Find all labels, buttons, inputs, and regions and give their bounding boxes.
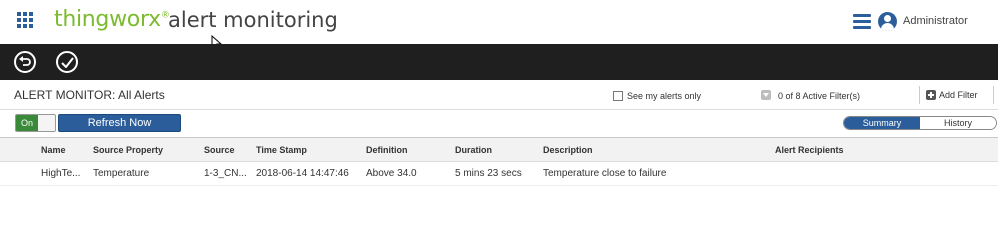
column-header-duration[interactable]: Duration	[455, 145, 540, 155]
column-header-definition[interactable]: Definition	[366, 145, 450, 155]
column-header-alert-recipients[interactable]: Alert Recipients	[775, 145, 925, 155]
app-header: thingworx® alert monitoring Administrato…	[0, 0, 998, 44]
app-launcher-icon[interactable]	[17, 12, 33, 28]
cell-duration: 5 mins 23 secs	[455, 168, 522, 179]
app-title: alert monitoring	[168, 8, 338, 32]
tab-summary[interactable]: Summary	[844, 117, 920, 129]
checkmark-icon	[60, 56, 74, 68]
cell-source: 1-3_CN...	[204, 168, 247, 179]
plus-icon	[926, 90, 936, 100]
filter-dropdown-icon[interactable]	[761, 90, 771, 100]
refresh-now-button[interactable]: Refresh Now	[58, 114, 181, 132]
cell-time-stamp: 2018-06-14 14:47:46	[256, 168, 349, 179]
brand-logo: thingworx®	[54, 7, 170, 32]
column-header-source-property[interactable]: Source Property	[93, 145, 198, 155]
alerts-grid: Name Source Property Source Time Stamp D…	[0, 137, 998, 200]
toolbar	[0, 44, 998, 80]
column-header-description[interactable]: Description	[543, 145, 768, 155]
tab-history[interactable]: History	[920, 117, 996, 129]
divider	[919, 86, 920, 104]
column-header-source[interactable]: Source	[204, 145, 251, 155]
undo-button[interactable]	[14, 51, 36, 73]
page-title: ALERT MONITOR: All Alerts	[14, 88, 165, 102]
user-avatar-icon[interactable]	[878, 12, 897, 31]
toggle-on-label: On	[16, 115, 38, 131]
cell-source-property: Temperature	[93, 168, 150, 179]
add-filter-button[interactable]: Add Filter	[926, 90, 978, 100]
confirm-button[interactable]	[56, 51, 78, 73]
cell-name: HighTe...	[41, 168, 81, 179]
undo-icon	[19, 56, 31, 66]
mashup-title-bar: ALERT MONITOR: All Alerts See my alerts …	[0, 80, 998, 110]
menu-icon[interactable]	[853, 14, 871, 29]
add-filter-label: Add Filter	[939, 90, 978, 100]
column-header-time-stamp[interactable]: Time Stamp	[256, 145, 362, 155]
user-name[interactable]: Administrator	[903, 15, 968, 27]
toggle-knob[interactable]	[38, 115, 55, 131]
active-filter-count: 0 of 8 Active Filter(s)	[778, 91, 861, 101]
cell-description: Temperature close to failure	[543, 168, 667, 179]
my-alerts-checkbox[interactable]: See my alerts only	[613, 91, 701, 101]
column-header-name[interactable]: Name	[41, 145, 89, 155]
table-row[interactable]: HighTe... Temperature 1-3_CN... 2018-06-…	[0, 162, 998, 186]
my-alerts-label: See my alerts only	[627, 91, 702, 101]
view-tabs: Summary History	[843, 116, 997, 130]
divider	[993, 86, 994, 104]
cell-definition: Above 34.0	[366, 168, 417, 179]
checkbox-box[interactable]	[613, 91, 623, 101]
grid-header: Name Source Property Source Time Stamp D…	[0, 138, 998, 162]
auto-refresh-toggle[interactable]: On	[15, 114, 56, 132]
